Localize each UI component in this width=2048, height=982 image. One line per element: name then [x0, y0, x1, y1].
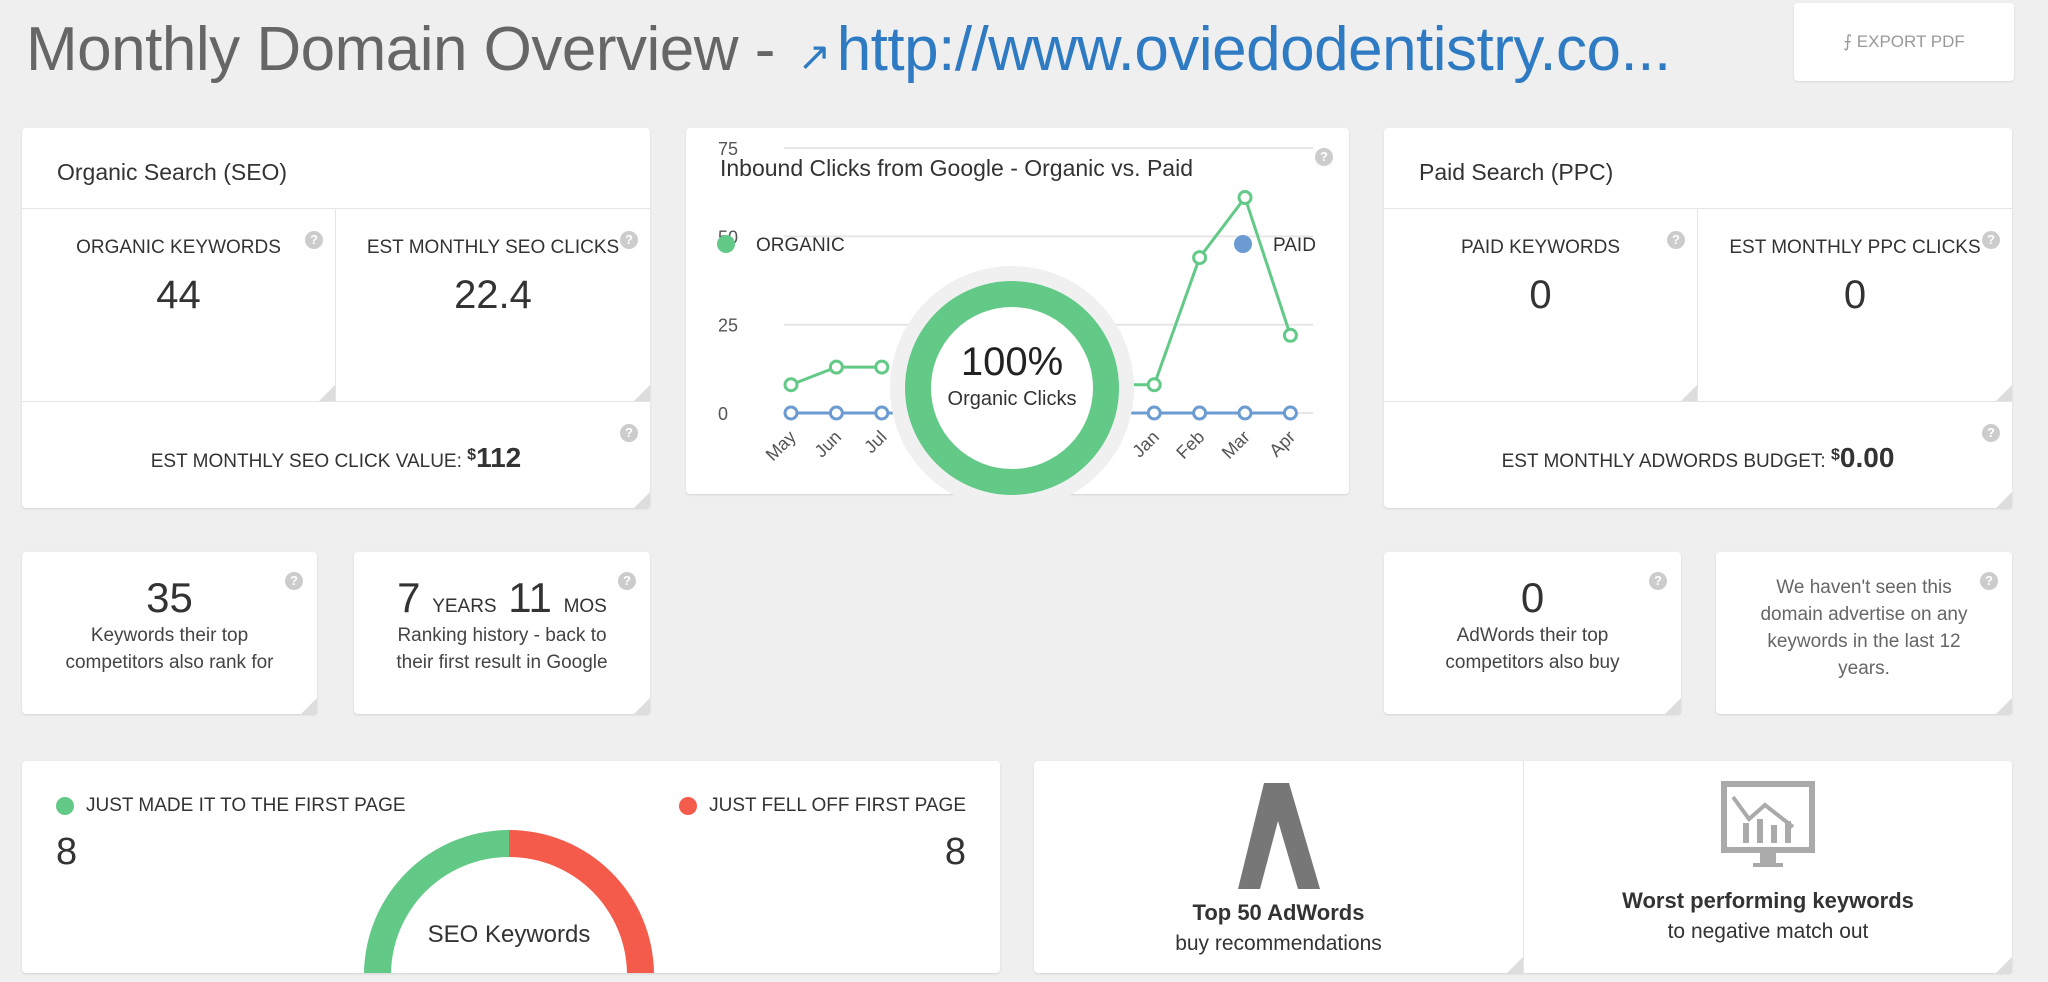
data-point [1282, 327, 1298, 343]
donut-label: Organic Clicks [948, 388, 1077, 410]
x-tick-label: May [762, 427, 800, 465]
tile-subtitle: buy recommendations [1175, 932, 1382, 955]
help-icon[interactable]: ? [1982, 424, 2000, 442]
adwords-text: AdWords their top competitors also buy [1445, 625, 1620, 673]
competitor-count: 35 [146, 574, 193, 621]
history-value: 7 YEARS 11 MOS [354, 574, 650, 622]
data-point [1146, 377, 1162, 393]
currency: $ [1830, 446, 1840, 464]
budget-label: EST MONTHLY ADWORDS BUDGET: [1501, 451, 1831, 472]
data-point [828, 405, 844, 421]
data-point [783, 377, 799, 393]
top-adwords-tile[interactable]: Top 50 AdWords buy recommendations [1034, 761, 1524, 973]
legend-label: PAID [1273, 235, 1316, 256]
ppc-clicks-cell: ? EST MONTHLY PPC CLICKS 0 [1698, 209, 2012, 402]
help-icon[interactable]: ? [1982, 231, 2000, 249]
chart-title: Inbound Clicks from Google - Organic vs.… [720, 155, 1193, 181]
ppc-title: Paid Search (PPC) [1384, 128, 2012, 209]
data-point [874, 359, 890, 375]
help-icon[interactable]: ? [1980, 572, 1998, 590]
paid-keywords-value: 0 [1529, 273, 1552, 317]
tools-card: Top 50 AdWords buy recommendations Worst… [1034, 761, 2012, 973]
competitor-keywords-card: ? 35 Keywords their top competitors also… [22, 552, 317, 714]
x-tick-label: Jul [860, 427, 890, 457]
gauge-green-segment [364, 830, 509, 973]
y-tick-label: 0 [718, 404, 728, 424]
data-point [828, 359, 844, 375]
legend-label: ORGANIC [756, 235, 845, 256]
data-point [1146, 405, 1162, 421]
keyword-movement-card: JUST MADE IT TO THE FIRST PAGE 8 JUST FE… [22, 761, 1000, 973]
adwords-budget: ? EST MONTHLY ADWORDS BUDGET: $0.00 [1384, 402, 2012, 508]
y-tick-label: 25 [718, 316, 738, 336]
help-icon[interactable]: ? [618, 572, 636, 590]
gauge-red-segment [509, 830, 654, 973]
data-point [783, 405, 799, 421]
tile-subtitle: to negative match out [1667, 920, 1869, 943]
gauge-label: SEO Keywords [427, 921, 591, 948]
data-point [1192, 250, 1208, 266]
advertise-history-card: ? We haven't seen this domain advertise … [1716, 552, 2012, 714]
paid-keywords-cell: ? PAID KEYWORDS 0 [1384, 209, 1698, 402]
ppc-clicks-label: EST MONTHLY PPC CLICKS [1729, 237, 1981, 258]
help-icon[interactable]: ? [285, 572, 303, 590]
worst-keywords-tile[interactable]: Worst performing keywords to negative ma… [1524, 761, 2012, 973]
advertise-text: We haven't seen this domain advertise on… [1760, 577, 1968, 679]
x-tick-label: Feb [1172, 427, 1208, 463]
legend-dot-icon [717, 235, 735, 253]
years-label: YEARS [432, 596, 497, 617]
history-text: Ranking history - back to their first re… [396, 625, 608, 673]
data-point [1192, 405, 1208, 421]
help-icon[interactable]: ? [1667, 231, 1685, 249]
ranking-history-card: ? 7 YEARS 11 MOS Ranking history - back … [354, 552, 650, 714]
adwords-competitors-card: ? 0 AdWords their top competitors also b… [1384, 552, 1681, 714]
adwords-count: 0 [1520, 574, 1545, 621]
months: 11 [508, 574, 552, 621]
ppc-clicks-value: 0 [1843, 273, 1867, 317]
paid-keywords-label: PAID KEYWORDS [1460, 237, 1621, 258]
data-point [1282, 405, 1298, 421]
x-tick-label: Apr [1265, 427, 1299, 461]
competitor-text: Keywords their top competitors also rank… [65, 625, 274, 673]
adwords-logo-icon [1237, 783, 1320, 889]
x-tick-label: Jan [1128, 427, 1163, 462]
donut-value: 100% [961, 340, 1063, 384]
data-point [1237, 405, 1253, 421]
budget-value: 0.00 [1839, 442, 1895, 473]
monitor-chart-down-icon [1721, 781, 1815, 867]
ppc-card: Paid Search (PPC) ? PAID KEYWORDS 0 ? ES… [1384, 128, 2012, 508]
tile-title: Worst performing keywords [1622, 888, 1914, 913]
legend-dot-icon [1234, 235, 1252, 253]
data-point [1237, 190, 1253, 206]
x-tick-label: Mar [1218, 427, 1254, 463]
help-icon[interactable]: ? [1649, 572, 1667, 590]
tile-title: Top 50 AdWords [1192, 900, 1365, 925]
months-label: MOS [563, 596, 607, 617]
years: 7 [397, 574, 421, 621]
x-tick-label: Jun [811, 427, 846, 462]
data-point [874, 405, 890, 421]
